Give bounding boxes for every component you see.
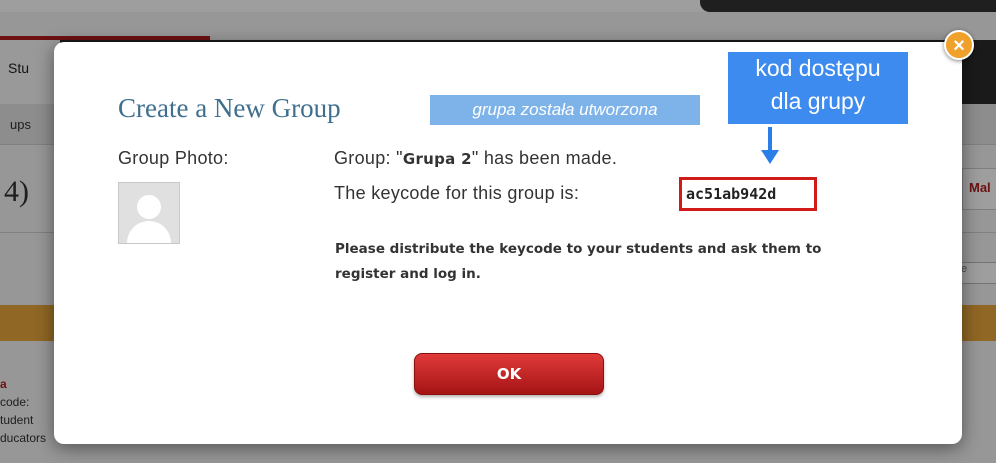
arrow-down-icon (761, 150, 779, 164)
group-name: Grupa 2 (402, 150, 472, 168)
annotation-callout-line1: kod dostępu (755, 55, 881, 81)
annotation-keycode-callout: kod dostępu dla grupy (728, 52, 908, 124)
modal-title: Create a New Group (118, 93, 341, 123)
ok-button[interactable]: OK (414, 353, 604, 395)
keycode-value: ac51ab942d (686, 185, 777, 203)
group-made-suffix: " has been made. (471, 148, 618, 168)
group-made-prefix: Group: " (334, 148, 403, 168)
group-made-message: Group: "Grupa 2" has been made. (334, 148, 617, 169)
avatar (118, 182, 180, 244)
instructions-text: Please distribute the keycode to your st… (335, 241, 822, 282)
annotation-callout-line2: dla grupy (770, 88, 866, 114)
keycode-label: The keycode for this group is: (334, 183, 580, 203)
close-icon[interactable]: × (944, 30, 974, 60)
group-photo-label: Group Photo: (118, 148, 229, 168)
avatar-body-icon (127, 221, 171, 243)
avatar-head-icon (137, 195, 161, 219)
annotation-group-created: grupa została utworzona (430, 95, 700, 125)
